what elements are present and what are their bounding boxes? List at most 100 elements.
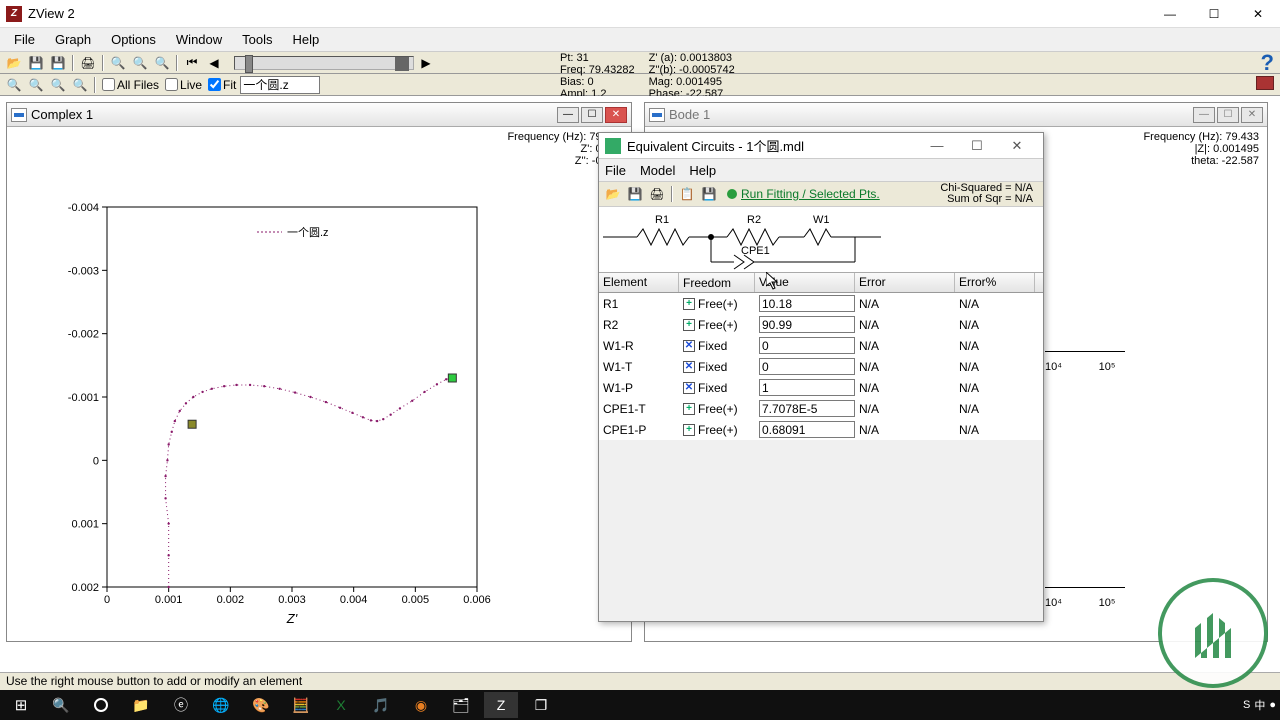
- dlg-menu-file[interactable]: File: [605, 163, 626, 178]
- app1-icon[interactable]: 🎵: [364, 692, 398, 718]
- table-row[interactable]: W1-P✕FixedN/AN/A: [599, 377, 1043, 398]
- menu-options[interactable]: Options: [101, 29, 166, 50]
- file-dropdown[interactable]: [240, 76, 320, 94]
- cell-freedom[interactable]: ✕Fixed: [679, 338, 755, 354]
- pane-close-button[interactable]: ✕: [1241, 107, 1263, 123]
- zview-taskbar-icon[interactable]: Z: [484, 692, 518, 718]
- pane-close-button[interactable]: ✕: [605, 107, 627, 123]
- dlg-menu-model[interactable]: Model: [640, 163, 675, 178]
- calc-icon[interactable]: 🧮: [284, 692, 318, 718]
- dialog-min-button[interactable]: —: [917, 133, 957, 159]
- pane-min-button[interactable]: —: [1193, 107, 1215, 123]
- dlg-menu-help[interactable]: Help: [689, 163, 716, 178]
- value-input[interactable]: [759, 295, 855, 312]
- cell-freedom[interactable]: +Free(+): [679, 401, 755, 417]
- th-value[interactable]: Value: [755, 273, 855, 292]
- th-element[interactable]: Element: [599, 273, 679, 292]
- dlg-edit-icon[interactable]: 📋: [677, 185, 697, 203]
- value-input[interactable]: [759, 337, 855, 354]
- menu-window[interactable]: Window: [166, 29, 232, 50]
- pane-min-button[interactable]: —: [557, 107, 579, 123]
- cell-freedom[interactable]: ✕Fixed: [679, 380, 755, 396]
- live-checkbox[interactable]: Live: [165, 78, 202, 92]
- zoom-in-icon[interactable]: 🔍: [108, 54, 128, 72]
- data-slider[interactable]: [234, 56, 414, 70]
- table-row[interactable]: W1-T✕FixedN/AN/A: [599, 356, 1043, 377]
- table-row[interactable]: CPE1-P+Free(+)N/AN/A: [599, 419, 1043, 440]
- explorer-icon[interactable]: 📁: [124, 692, 158, 718]
- menu-tools[interactable]: Tools: [232, 29, 282, 50]
- th-freedom[interactable]: Freedom: [679, 273, 755, 292]
- nav-prev-icon[interactable]: ◀: [204, 54, 224, 72]
- dlg-save-icon[interactable]: 💾: [625, 185, 645, 203]
- folder-icon[interactable]: 🗂: [444, 692, 478, 718]
- pane-max-button[interactable]: ☐: [581, 107, 603, 123]
- card-icon[interactable]: [1256, 76, 1274, 90]
- dlg-open-icon[interactable]: 📂: [603, 185, 623, 203]
- cell-freedom[interactable]: ✕Fixed: [679, 359, 755, 375]
- menu-file[interactable]: File: [4, 29, 45, 50]
- save-icon[interactable]: 💾: [26, 54, 46, 72]
- app3-icon[interactable]: ❐: [524, 692, 558, 718]
- dialog-max-button[interactable]: ☐: [957, 133, 997, 159]
- help-icon[interactable]: ?: [1261, 50, 1274, 76]
- dialog-icon: [605, 138, 621, 154]
- run-fitting-button[interactable]: Run Fitting / Selected Pts.: [727, 187, 880, 201]
- tool-d-icon[interactable]: 🔍: [70, 76, 90, 94]
- pane-max-button[interactable]: ☐: [1217, 107, 1239, 123]
- save2-icon[interactable]: 💾: [48, 54, 68, 72]
- value-input[interactable]: [759, 379, 855, 396]
- info-strip: Pt: 31 Freq: 79.43282 Bias: 0 Ampl: 1.2 …: [560, 52, 735, 92]
- dlg-save2-icon[interactable]: 💾: [699, 185, 719, 203]
- print-icon[interactable]: 🖨: [78, 54, 98, 72]
- fit-checkbox[interactable]: Fit: [208, 78, 236, 92]
- cell-error: N/A: [855, 422, 955, 438]
- start-button[interactable]: ⊞: [4, 692, 38, 718]
- table-row[interactable]: R1+Free(+)N/AN/A: [599, 293, 1043, 314]
- svg-text:0.005: 0.005: [402, 594, 430, 606]
- tray-net-icon[interactable]: 中: [1254, 697, 1265, 713]
- tray-more-icon[interactable]: ●: [1269, 699, 1276, 711]
- maximize-button[interactable]: ☐: [1192, 0, 1236, 28]
- th-error[interactable]: Error: [855, 273, 955, 292]
- nav-first-icon[interactable]: ⏮: [182, 54, 202, 72]
- ime-icon[interactable]: S: [1243, 699, 1250, 711]
- table-row[interactable]: R2+Free(+)N/AN/A: [599, 314, 1043, 335]
- dlg-print-icon[interactable]: 🖨: [647, 185, 667, 203]
- cell-freedom[interactable]: +Free(+): [679, 317, 755, 333]
- chrome-icon[interactable]: 🌐: [204, 692, 238, 718]
- tool-c-icon[interactable]: 🔍: [48, 76, 68, 94]
- search-icon[interactable]: 🔍: [44, 692, 78, 718]
- circuit-diagram[interactable]: R1 R2 W1 CPE1: [599, 207, 1043, 273]
- menu-graph[interactable]: Graph: [45, 29, 101, 50]
- cell-element: W1-P: [599, 380, 679, 396]
- value-input[interactable]: [759, 358, 855, 375]
- system-tray[interactable]: S 中 ●: [1243, 697, 1276, 713]
- svg-text:-0.001: -0.001: [68, 392, 99, 404]
- th-errorpct[interactable]: Error%: [955, 273, 1035, 292]
- cell-freedom[interactable]: +Free(+): [679, 422, 755, 438]
- app2-icon[interactable]: ◉: [404, 692, 438, 718]
- taskview-icon[interactable]: [84, 692, 118, 718]
- value-input[interactable]: [759, 400, 855, 417]
- cell-freedom[interactable]: +Free(+): [679, 296, 755, 312]
- value-input[interactable]: [759, 421, 855, 438]
- table-row[interactable]: CPE1-T+Free(+)N/AN/A: [599, 398, 1043, 419]
- minimize-button[interactable]: —: [1148, 0, 1192, 28]
- menu-help[interactable]: Help: [283, 29, 330, 50]
- allfiles-checkbox[interactable]: All Files: [102, 78, 159, 92]
- open-icon[interactable]: 📂: [4, 54, 24, 72]
- menubar: File Graph Options Window Tools Help: [0, 28, 1280, 52]
- nav-next-icon[interactable]: ▶: [416, 54, 436, 72]
- value-input[interactable]: [759, 316, 855, 333]
- close-button[interactable]: ✕: [1236, 0, 1280, 28]
- table-row[interactable]: W1-R✕FixedN/AN/A: [599, 335, 1043, 356]
- tool-a-icon[interactable]: 🔍: [4, 76, 24, 94]
- excel-icon[interactable]: X: [324, 692, 358, 718]
- zoom-fit-icon[interactable]: 🔍: [152, 54, 172, 72]
- dialog-close-button[interactable]: ✕: [997, 133, 1037, 159]
- tool-b-icon[interactable]: 🔍: [26, 76, 46, 94]
- zoom-out-icon[interactable]: 🔍: [130, 54, 150, 72]
- edge-icon[interactable]: ⓔ: [164, 692, 198, 718]
- paint-icon[interactable]: 🎨: [244, 692, 278, 718]
